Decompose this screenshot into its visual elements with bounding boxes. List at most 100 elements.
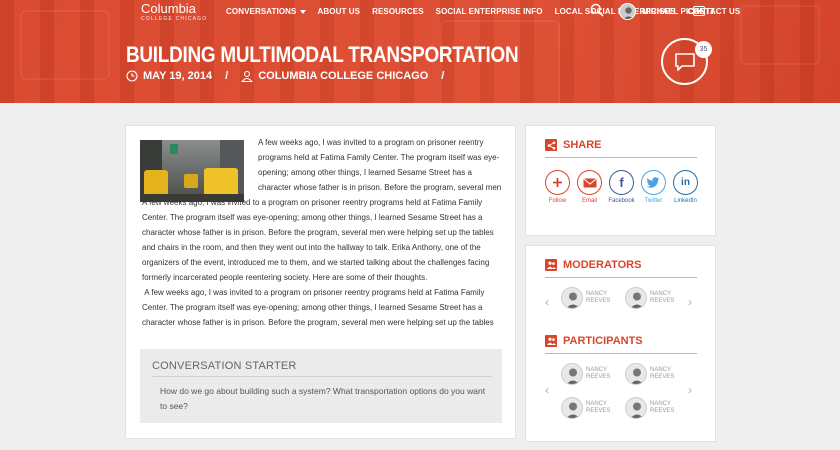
- user-icon: [241, 70, 254, 82]
- clock-icon: [126, 70, 138, 82]
- nav-item-conversations[interactable]: CONVERSATIONS: [226, 7, 306, 16]
- participants-heading: PARTICIPANTS: [545, 335, 643, 347]
- article-body: A few weeks ago, I was invited to a prog…: [142, 135, 502, 330]
- starter-question: How do we go about building such a syste…: [160, 386, 486, 411]
- participants-heading-label: PARTICIPANTS: [563, 335, 643, 347]
- person-first-name: NANCY: [586, 401, 608, 407]
- article-card: A few weeks ago, I was invited to a prog…: [125, 125, 516, 439]
- comment-count-badge: 35: [695, 41, 712, 58]
- chevron-left-icon[interactable]: ‹: [545, 295, 549, 309]
- moderators-heading: MODERATORS: [545, 259, 641, 271]
- nav-item-social-enterprise-info[interactable]: SOCIAL ENTERPRISE INFO: [436, 7, 543, 16]
- person-last-name: REEVES: [586, 374, 611, 380]
- meta-separator: /: [441, 70, 445, 82]
- share-label: Twitter: [644, 198, 663, 204]
- share-buttons: Follow Email f Facebook Twitter in Linke…: [545, 170, 698, 204]
- participant-item[interactable]: NANCY REEVES: [625, 397, 674, 419]
- divider: [152, 376, 492, 377]
- nav-item-label: ABOUT US: [317, 7, 361, 16]
- article-paragraph: A few weeks ago, I was invited to a prog…: [142, 288, 494, 327]
- chevron-down-icon: [299, 9, 306, 14]
- avatar: [625, 287, 647, 309]
- person-first-name: NANCY: [586, 291, 608, 297]
- hero-banner: Columbia COLLEGE CHICAGO CONVERSATIONS A…: [0, 0, 840, 103]
- chevron-right-icon[interactable]: ›: [688, 295, 692, 309]
- person-name: NANCY REEVES: [586, 367, 610, 381]
- nav-item-resources[interactable]: RESOURCES: [372, 7, 424, 16]
- facebook-icon: f: [609, 170, 634, 195]
- person-last-name: REEVES: [650, 374, 675, 380]
- avatar: [561, 363, 583, 385]
- moderator-item[interactable]: NANCY REEVES: [625, 287, 674, 309]
- page-title: BUILDING MULTIMODAL TRANSPORTATION: [126, 42, 519, 67]
- avatar: [625, 363, 647, 385]
- email-button[interactable]: Email: [577, 170, 602, 204]
- user-avatar[interactable]: [619, 3, 636, 20]
- moderators-carousel: ‹ NANCY REEVES NANCY REEVES ›: [545, 287, 697, 317]
- plus-icon: [545, 170, 570, 195]
- people-panel: MODERATORS ‹ NANCY REEVES NANCY REEVES ›…: [525, 245, 716, 442]
- mail-icon: [577, 170, 602, 195]
- person-first-name: NANCY: [650, 291, 672, 297]
- linkedin-icon: in: [673, 170, 698, 195]
- conversation-starter: CONVERSATION STARTER How do we go about …: [140, 349, 502, 423]
- chevron-down-icon: [696, 9, 702, 13]
- avatar: [561, 397, 583, 419]
- linkedin-button[interactable]: in LinkedIn: [673, 170, 698, 204]
- moderator-item[interactable]: NANCY REEVES: [561, 287, 610, 309]
- users-icon: [545, 259, 557, 271]
- person-name: NANCY REEVES: [650, 291, 674, 305]
- moderators-heading-label: MODERATORS: [563, 259, 642, 271]
- person-last-name: REEVES: [650, 298, 675, 304]
- share-label: Facebook: [608, 198, 635, 204]
- share-label: LinkedIn: [674, 198, 697, 204]
- chevron-left-icon[interactable]: ‹: [545, 383, 549, 397]
- twitter-button[interactable]: Twitter: [641, 170, 666, 204]
- article-paragraph: A few weeks ago, I was invited to a prog…: [258, 138, 502, 192]
- article-paragraph: A few weeks ago, I was invited to a prog…: [142, 198, 494, 282]
- post-meta: MAY 19, 2014 / COLUMBIA COLLEGE CHICAGO …: [126, 70, 452, 82]
- nav-item-label: RESOURCES: [372, 7, 424, 16]
- search-icon[interactable]: [590, 3, 604, 17]
- participant-item[interactable]: NANCY REEVES: [561, 363, 610, 385]
- share-label: Email: [581, 198, 597, 204]
- person-last-name: REEVES: [586, 408, 611, 414]
- twitter-icon: [641, 170, 666, 195]
- speech-bubble-icon: [674, 52, 695, 71]
- logo-name: Columbia: [141, 1, 196, 16]
- share-label: Follow: [548, 198, 567, 204]
- top-nav: Columbia COLLEGE CHICAGO CONVERSATIONS A…: [0, 0, 840, 24]
- follow-button[interactable]: Follow: [545, 170, 570, 204]
- avatar: [625, 397, 647, 419]
- avatar: [561, 287, 583, 309]
- chevron-right-icon[interactable]: ›: [688, 383, 692, 397]
- share-icon: [545, 139, 557, 151]
- participant-item[interactable]: NANCY REEVES: [561, 397, 610, 419]
- person-first-name: NANCY: [586, 367, 608, 373]
- person-last-name: REEVES: [650, 408, 675, 414]
- person-last-name: REEVES: [586, 298, 611, 304]
- person-name: NANCY REEVES: [650, 401, 674, 415]
- post-date: MAY 19, 2014: [143, 70, 213, 82]
- meta-separator: /: [225, 70, 229, 82]
- nav-item-label: CONVERSATIONS: [226, 7, 297, 16]
- person-first-name: NANCY: [650, 367, 672, 373]
- nav-item-label: SOCIAL ENTERPRISE INFO: [435, 7, 543, 16]
- post-author[interactable]: COLUMBIA COLLEGE CHICAGO: [258, 70, 428, 82]
- participant-item[interactable]: NANCY REEVES: [625, 363, 674, 385]
- starter-heading: CONVERSATION STARTER: [152, 360, 297, 372]
- person-name: NANCY REEVES: [586, 291, 610, 305]
- share-heading-label: SHARE: [563, 139, 602, 151]
- share-heading: SHARE: [545, 139, 602, 151]
- person-name: NANCY REEVES: [586, 401, 610, 415]
- nav-item-about-us[interactable]: ABOUT US: [318, 7, 361, 16]
- divider: [545, 277, 697, 278]
- divider: [545, 157, 697, 158]
- site-logo[interactable]: Columbia COLLEGE CHICAGO: [141, 1, 208, 23]
- divider: [545, 353, 697, 354]
- person-name: NANCY REEVES: [650, 367, 674, 381]
- facebook-button[interactable]: f Facebook: [608, 170, 635, 204]
- logo-tagline: COLLEGE CHICAGO: [141, 16, 208, 22]
- users-icon: [545, 335, 557, 347]
- user-menu-toggle[interactable]: [693, 6, 705, 16]
